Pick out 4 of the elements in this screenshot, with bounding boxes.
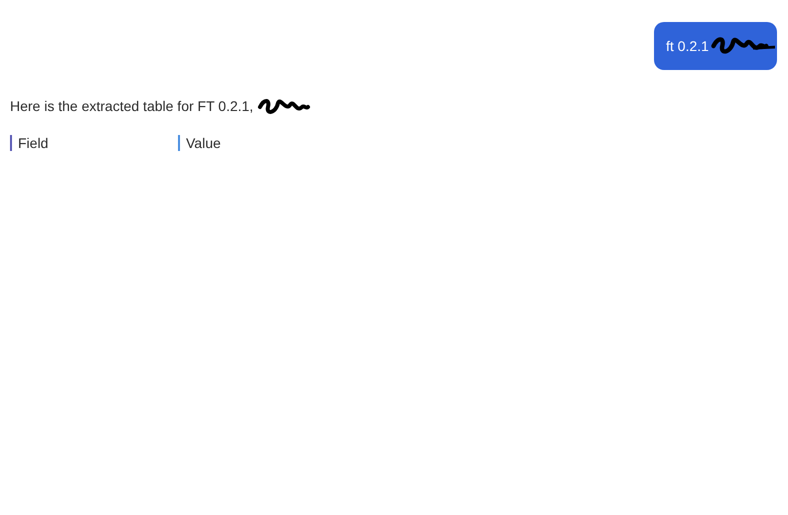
message-text: ft 0.2.1 [666, 36, 709, 56]
column-header: Field [10, 135, 178, 151]
response-text: Here is the extracted table for FT 0.2.1, [10, 97, 254, 116]
column-header: Value [178, 135, 346, 151]
